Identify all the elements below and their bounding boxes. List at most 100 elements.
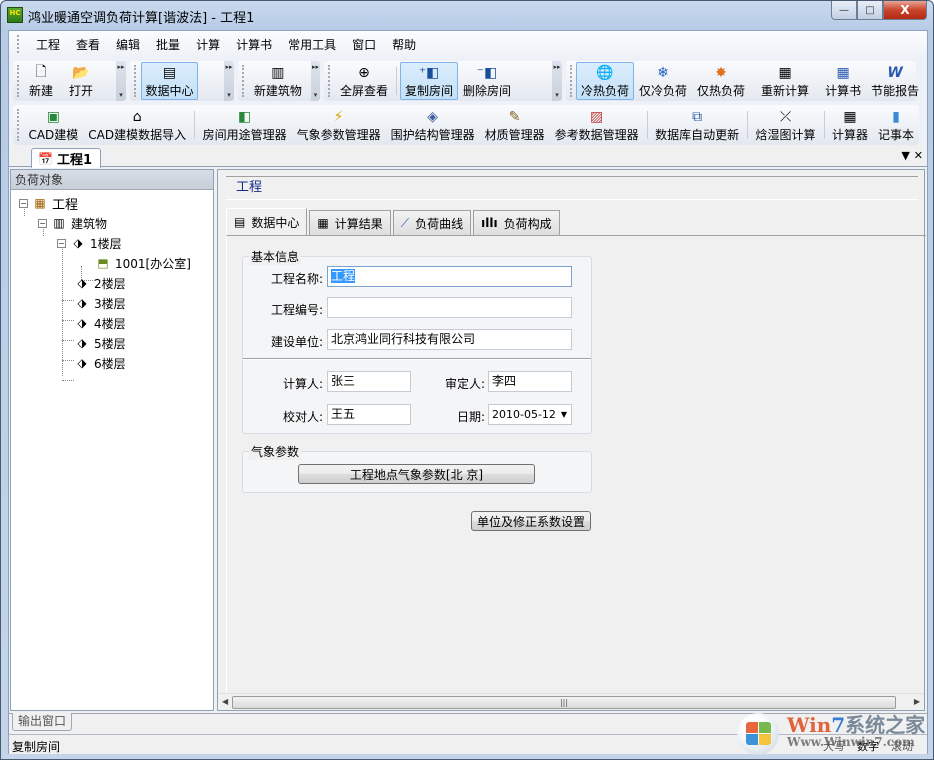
envelope-manager-button[interactable]: ◈ 围护结构管理器 <box>386 106 480 144</box>
tab-project1[interactable]: 📅 工程1 <box>31 148 101 168</box>
approver-input[interactable]: 李四 <box>488 371 572 392</box>
menu-help[interactable]: 帮助 <box>384 34 424 55</box>
data-center-button[interactable]: ▤ 数据中心 <box>141 62 198 100</box>
close-tab-button[interactable]: ✕ <box>914 149 923 162</box>
recalculate-button[interactable]: ▦ 重新计算 <box>756 62 814 100</box>
scrollbar-thumb[interactable]: ||| <box>232 696 896 709</box>
weather-location-button[interactable]: 工程地点气象参数[北 京] <box>298 464 535 484</box>
toolbar-group-building: ▥ 新建筑物 ▸▸ ▾ <box>238 61 320 101</box>
collapse-icon[interactable]: − <box>57 238 66 248</box>
toolbar-overflow-button[interactable]: ▸▸ ▾ <box>224 61 234 101</box>
unit-correction-settings-button[interactable]: 单位及修正系数设置 <box>471 511 591 531</box>
tree-node-project[interactable]: − ▦ 工程 <box>19 193 78 213</box>
menu-calculate[interactable]: 计算 <box>188 34 228 55</box>
floor-icon: ⬗ <box>73 236 83 250</box>
psychrometric-button[interactable]: ⤫ 焓湿图计算 <box>751 106 821 144</box>
cooling-heating-load-button[interactable]: 🌐 冷热负荷 <box>576 62 635 100</box>
tree-node-building[interactable]: − ▥ 建筑物 <box>38 213 107 233</box>
new-button[interactable]: 🗋 新建 <box>24 62 58 100</box>
calc-result-icon: ▦ <box>317 216 329 230</box>
collapse-icon[interactable]: − <box>38 218 47 228</box>
calculator-icon: ▦ <box>843 108 857 125</box>
toolbar-grip[interactable] <box>134 65 137 97</box>
project-detail-pane: 工程 ▤ 数据中心 ▦ 计算结果 ⟋ 负荷曲线 ıllı 负荷构成 基本信息 工… <box>217 169 926 711</box>
cad-model-button[interactable]: ▣ CAD建模 <box>23 106 83 144</box>
tab-data-center[interactable]: ▤ 数据中心 <box>226 208 308 235</box>
menu-report[interactable]: 计算书 <box>228 34 280 55</box>
reference-data-manager-button[interactable]: ▨ 参考数据管理器 <box>550 106 644 144</box>
close-button[interactable]: X <box>883 1 927 20</box>
data-center-icon: ▤ <box>162 64 177 81</box>
copy-room-icon: ⁺◧ <box>418 64 440 81</box>
tab-list-dropdown[interactable]: ▼ <box>901 149 909 162</box>
calculator-button[interactable]: ▦ 计算器 <box>827 106 873 144</box>
notepad-button[interactable]: ▮ 记事本 <box>873 106 919 144</box>
tree-node-floor[interactable]: − ⬗ 1楼层 <box>57 233 122 253</box>
fullscreen-view-button[interactable]: ⊕ 全屏查看 <box>335 62 393 100</box>
collapse-icon[interactable]: − <box>19 198 28 208</box>
delete-room-button[interactable]: ⁻◧ 删除房间 <box>458 62 516 100</box>
recalculate-icon: ▦ <box>778 64 792 81</box>
date-label: 日期: <box>456 410 485 424</box>
date-picker[interactable]: 2010-05-12 ▼ <box>488 404 572 425</box>
scroll-left-icon[interactable]: ◀ <box>222 697 228 706</box>
notepad-icon: ▮ <box>892 108 900 125</box>
toolbar-grip[interactable] <box>328 65 331 97</box>
delete-room-icon: ⁻◧ <box>476 64 498 81</box>
material-manager-button[interactable]: ✎ 材质管理器 <box>480 106 550 144</box>
cad-import-icon: ⌂ <box>132 108 142 125</box>
cad-import-button[interactable]: ⌂ CAD建模数据导入 <box>83 106 191 144</box>
scroll-right-icon[interactable]: ▶ <box>914 697 920 706</box>
project-number-input[interactable] <box>327 297 572 318</box>
weather-manager-button[interactable]: ⚡ 气象参数管理器 <box>292 106 386 144</box>
tab-load-curve[interactable]: ⟋ 负荷曲线 <box>392 210 472 235</box>
calc-report-button[interactable]: ▦ 计算书 <box>820 62 866 100</box>
checker-input[interactable]: 王五 <box>327 404 411 425</box>
toolbar-overflow-button[interactable]: ▸▸ ▾ <box>310 61 320 101</box>
sun-icon: ✸ <box>715 64 727 81</box>
tree-node-room[interactable]: ⬒ 1001[办公室] <box>95 253 191 273</box>
tab-calc-result[interactable]: ▦ 计算结果 <box>309 210 391 235</box>
calculator-input[interactable]: 张三 <box>327 371 411 392</box>
maximize-button[interactable]: □ <box>857 1 883 20</box>
heating-only-button[interactable]: ✸ 仅热负荷 <box>692 62 750 100</box>
horizontal-scrollbar[interactable]: ◀ ||| ▶ <box>218 693 924 710</box>
tree-node-floor[interactable]: ⬗ 6楼层 <box>74 353 125 373</box>
toolbar-group-data: ▤ 数据中心 ▸▸ ▾ <box>130 61 234 101</box>
room-usage-manager-button[interactable]: ◧ 房间用途管理器 <box>198 106 292 144</box>
tree-node-floor[interactable]: ⬗ 3楼层 <box>74 293 125 313</box>
tree-node-floor[interactable]: ⬗ 2楼层 <box>74 273 125 293</box>
room-usage-icon: ◧ <box>237 108 252 125</box>
menubar-grip[interactable] <box>17 35 20 53</box>
menu-project[interactable]: 工程 <box>28 34 68 55</box>
line-chart-icon: ⟋ <box>400 215 410 230</box>
energy-report-button[interactable]: W 节能报告 <box>866 62 924 100</box>
minimize-button[interactable]: — <box>831 1 857 20</box>
cooling-only-button[interactable]: ❄ 仅冷负荷 <box>634 62 692 100</box>
new-building-button[interactable]: ▥ 新建筑物 <box>249 62 307 100</box>
toolbar-grip[interactable] <box>242 65 245 97</box>
copy-room-button[interactable]: ⁺◧ 复制房间 <box>400 62 459 100</box>
tab-load-composition[interactable]: ıllı 负荷构成 <box>473 210 560 235</box>
db-update-button[interactable]: ⧉ 数据库自动更新 <box>650 106 744 144</box>
chevron-down-icon[interactable]: ▼ <box>561 407 567 422</box>
menu-batch[interactable]: 批量 <box>148 34 188 55</box>
menu-window[interactable]: 窗口 <box>344 34 384 55</box>
menu-view[interactable]: 查看 <box>68 34 108 55</box>
tree-node-floor[interactable]: ⬗ 4楼层 <box>74 313 125 333</box>
open-button[interactable]: 📂 打开 <box>64 62 98 100</box>
globe-icon: 🌐 <box>596 64 614 81</box>
menu-tools[interactable]: 常用工具 <box>280 34 344 55</box>
toolbar-overflow-button[interactable]: ▸▸ ▾ <box>552 61 562 101</box>
project-name-input[interactable]: 工程 <box>327 266 572 287</box>
toolbar-group-room: ⊕ 全屏查看 ⁺◧ 复制房间 ⁻◧ 删除房间 ▸▸ ▾ <box>324 61 562 101</box>
toolbar-overflow-button[interactable]: ▸▸ ▾ <box>116 61 126 101</box>
tree-node-floor[interactable]: ⬗ 5楼层 <box>74 333 125 353</box>
toolbar-grip[interactable] <box>570 65 572 97</box>
reference-data-icon: ▨ <box>590 108 604 125</box>
builder-input[interactable]: 北京鸿业同行科技有限公司 <box>327 329 572 350</box>
menu-edit[interactable]: 编辑 <box>108 34 148 55</box>
toolbar-grip[interactable] <box>17 65 20 97</box>
toolbar-grip[interactable] <box>17 109 20 141</box>
tab-output-window[interactable]: 输出窗口 <box>12 713 73 731</box>
